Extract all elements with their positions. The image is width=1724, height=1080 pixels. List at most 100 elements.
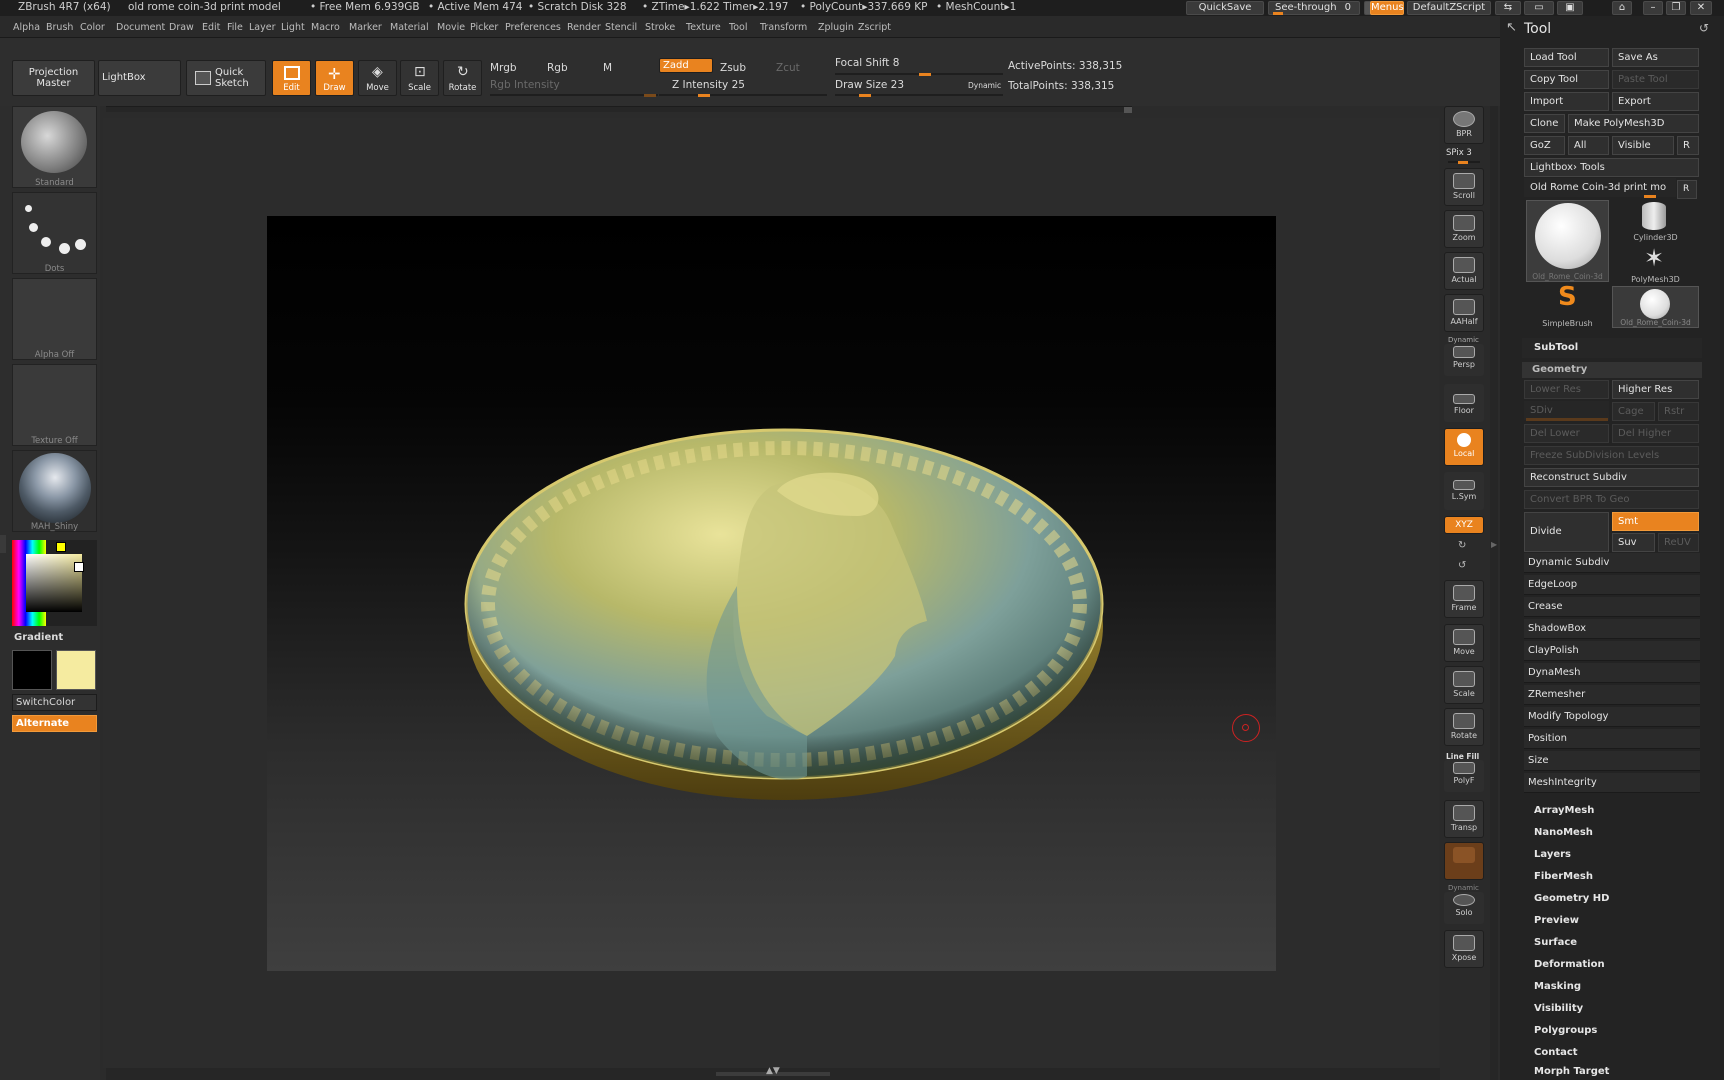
menu-picker[interactable]: Picker [470,22,498,33]
zoom-button[interactable]: Zoom [1444,210,1484,248]
claypolish-item[interactable]: ClayPolish [1524,641,1700,661]
reconstruct-subdiv-button[interactable]: Reconstruct Subdiv [1524,468,1699,487]
reuv-button[interactable]: ReUV [1658,533,1699,552]
zsub-button[interactable]: Zsub [720,62,746,74]
bottom-scroll-strip[interactable]: ▲▼ [106,1066,1440,1080]
menu-render[interactable]: Render [567,22,601,33]
menu-stencil[interactable]: Stencil [605,22,637,33]
polyf-button[interactable]: PolyF [1444,760,1484,792]
lower-res-button[interactable]: Lower Res [1524,380,1609,399]
modify-topology-item[interactable]: Modify Topology [1524,707,1700,727]
del-higher-button[interactable]: Del Higher [1612,424,1699,443]
menu-texture[interactable]: Texture [686,22,721,33]
close-icon[interactable]: ✕ [1690,1,1712,15]
divide-button[interactable]: Divide [1524,512,1609,552]
tool-thumb-cylinder[interactable]: Cylinder3D [1612,200,1699,242]
layers-section[interactable]: Layers [1534,849,1571,860]
contact-section[interactable]: Contact [1534,1047,1578,1058]
draw-button[interactable]: ✛ Draw [315,60,354,96]
edit-button[interactable]: Edit [272,60,311,96]
paste-tool-button[interactable]: Paste Tool [1612,70,1699,89]
stroke-thumbnail[interactable]: Dots [12,192,97,274]
make-polymesh-button[interactable]: Make PolyMesh3D [1568,114,1699,133]
top-scroll-handle[interactable] [1124,107,1132,113]
collapse-arrows-icon[interactable]: ▲▼ [766,1066,780,1076]
geometry-section[interactable]: Geometry [1532,364,1587,375]
aahalf-button[interactable]: AAHalf [1444,294,1484,332]
z-intensity-slider[interactable]: Z Intensity 25 [672,79,745,91]
local-button[interactable]: Local [1444,428,1484,466]
projection-master-button[interactable]: Projection Master [12,60,95,96]
main-color-swatch[interactable] [12,650,52,690]
tool-thumb-simplebrush[interactable]: S SimpleBrush [1526,282,1609,328]
transp-button[interactable]: Transp [1444,800,1484,838]
floor-button[interactable]: Floor [1444,384,1484,422]
scale-button[interactable]: ⊡ Scale [400,60,439,96]
solo-button[interactable]: Solo [1444,892,1484,924]
material-thumbnail[interactable]: MAH_Shiny [12,450,97,532]
visibility-section[interactable]: Visibility [1534,1003,1583,1014]
higher-res-button[interactable]: Higher Res [1612,380,1699,399]
mrgb-button[interactable]: Mrgb [490,62,517,74]
menu-macro[interactable]: Macro [311,22,340,33]
current-tool-r-button[interactable]: R [1677,180,1697,199]
quick-sketch-button[interactable]: Quick Sketch [186,60,266,96]
frame-button[interactable]: Frame [1444,580,1484,618]
alternate-button[interactable]: Alternate [12,715,97,732]
export-button[interactable]: Export [1612,92,1699,111]
goz-all-button[interactable]: All [1568,136,1609,155]
menu-edit[interactable]: Edit [202,22,220,33]
left-collapse-handle[interactable] [0,535,6,553]
gradient-label[interactable]: Gradient [14,632,63,643]
right-divider[interactable]: ▶ [1490,106,1498,1080]
move-view-button[interactable]: Move [1444,624,1484,662]
zremesher-item[interactable]: ZRemesher [1524,685,1700,705]
geometry-hd-section[interactable]: Geometry HD [1534,893,1609,904]
clone-button[interactable]: Clone [1524,114,1565,133]
layout-icon[interactable]: ⇆ [1495,1,1521,15]
menu-marker[interactable]: Marker [349,22,382,33]
minimize-icon[interactable]: – [1643,1,1663,15]
menu-material[interactable]: Material [390,22,429,33]
menu-color[interactable]: Color [80,22,105,33]
menu-alpha[interactable]: Alpha [13,22,40,33]
import-button[interactable]: Import [1524,92,1609,111]
move-button[interactable]: ◈ Move [358,60,397,96]
load-tool-button[interactable]: Load Tool [1524,48,1609,67]
color-picker[interactable] [12,540,97,626]
copy-tool-button[interactable]: Copy Tool [1524,70,1609,89]
coin-model[interactable] [267,216,1276,971]
lsym-button[interactable]: L.Sym [1444,472,1484,510]
subtool-section[interactable]: SubTool [1534,342,1578,353]
menu-movie[interactable]: Movie [437,22,465,33]
menus-button[interactable]: Menus [1370,1,1404,15]
ui-layout-icon[interactable]: ▭ [1524,1,1554,15]
zadd-button[interactable]: Zadd [659,58,713,73]
collapse-arrow-icon[interactable]: ▶ [1491,540,1497,549]
save-as-button[interactable]: Save As [1612,48,1699,67]
menu-zscript[interactable]: Zscript [858,22,891,33]
m-button[interactable]: M [603,62,612,74]
dynamic-subdiv-item[interactable]: Dynamic Subdiv [1524,553,1700,573]
meshintegrity-item[interactable]: MeshIntegrity [1524,773,1700,793]
shadowbox-item[interactable]: ShadowBox [1524,619,1700,639]
menu-draw[interactable]: Draw [169,22,194,33]
rotate-axis2-icon[interactable]: ↺ [1458,560,1466,571]
menu-stroke[interactable]: Stroke [645,22,675,33]
top-scroll-strip[interactable] [106,106,1132,113]
tool-panel-reset-icon[interactable]: ↺ [1699,21,1709,35]
masking-section[interactable]: Masking [1534,981,1581,992]
goz-visible-button[interactable]: Visible [1612,136,1674,155]
rotate-axis-icon[interactable]: ↻ [1458,540,1466,551]
persp-button[interactable]: Persp [1444,344,1484,376]
del-lower-button[interactable]: Del Lower [1524,424,1609,443]
rgb-button[interactable]: Rgb [547,62,568,74]
fibermesh-section[interactable]: FiberMesh [1534,871,1593,882]
crease-item[interactable]: Crease [1524,597,1700,617]
ghost-button[interactable] [1444,842,1484,880]
scroll-button[interactable]: Scroll [1444,168,1484,206]
position-item[interactable]: Position [1524,729,1700,749]
size-item[interactable]: Size [1524,751,1700,771]
suv-toggle[interactable]: Suv [1612,533,1655,552]
brush-thumbnail[interactable]: Standard [12,106,97,188]
